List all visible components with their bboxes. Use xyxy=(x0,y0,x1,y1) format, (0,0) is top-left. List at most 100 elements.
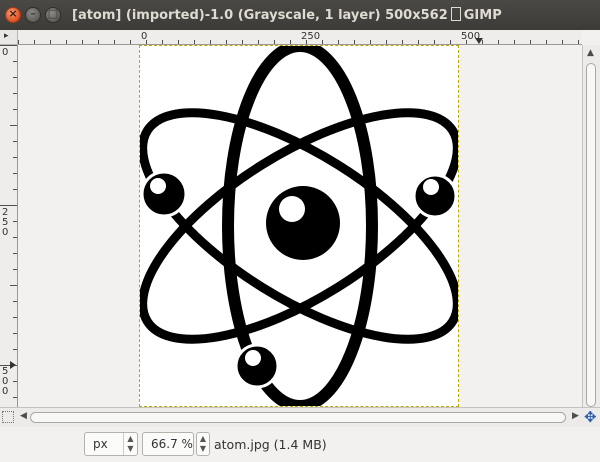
maximize-icon: □ xyxy=(47,7,59,20)
unit-selector[interactable]: px ▲ ▼ xyxy=(84,432,138,456)
window-titlebar: × – □ [atom] (imported)-1.0 (Grayscale, … xyxy=(0,0,600,30)
zoom-input[interactable]: 66.7 % xyxy=(142,432,194,456)
ruler-tick xyxy=(13,349,17,350)
ruler-tick xyxy=(274,40,275,44)
horizontal-scroll-thumb[interactable] xyxy=(30,412,566,423)
ruler-tick xyxy=(322,40,323,44)
atom-nucleus xyxy=(266,186,340,260)
zoom-dropdown-icon[interactable]: ▲ ▼ xyxy=(196,432,210,456)
ruler-tick xyxy=(530,40,531,44)
ruler-tick xyxy=(10,285,17,286)
ruler-tick xyxy=(66,40,67,44)
ruler-tick xyxy=(13,109,17,110)
ruler-tick xyxy=(450,40,451,44)
vertical-ruler[interactable]: 0 250 500 xyxy=(0,45,18,407)
scroll-right-icon[interactable]: ▶ xyxy=(572,411,579,421)
window-title-main: [atom] (imported)-1.0 (Grayscale, 1 laye… xyxy=(72,8,448,23)
ruler-tick xyxy=(13,317,17,318)
ruler-tick xyxy=(498,40,499,44)
window-title: [atom] (imported)-1.0 (Grayscale, 1 laye… xyxy=(72,7,502,23)
ruler-tick xyxy=(13,157,17,158)
statusbar: px ▲ ▼ 66.7 % ▲ ▼ atom.jpg (1.4 MB) xyxy=(0,427,600,462)
window-title-app: GIMP xyxy=(463,8,502,23)
vruler-label-500: 500 xyxy=(2,366,9,397)
ruler-tick xyxy=(578,40,579,44)
ruler-tick xyxy=(13,397,17,398)
file-info-label: atom.jpg (1.4 MB) xyxy=(214,437,327,452)
atom-image xyxy=(138,45,462,407)
image-menu-button[interactable]: ▸ xyxy=(0,30,18,45)
ruler-tick xyxy=(98,40,99,44)
ruler-tick xyxy=(178,40,179,44)
horizontal-ruler[interactable]: 0 250 500 xyxy=(18,30,582,45)
electron-bottom xyxy=(234,343,280,389)
quick-mask-toggle[interactable] xyxy=(2,411,14,423)
ruler-tick xyxy=(18,40,19,44)
ruler-tick xyxy=(13,237,17,238)
maximize-window-button[interactable]: □ xyxy=(45,7,61,23)
ruler-tick xyxy=(258,40,259,44)
ruler-tick xyxy=(370,40,371,44)
pointer-position-icon xyxy=(475,38,483,44)
ruler-tick xyxy=(13,333,17,334)
ruler-tick xyxy=(13,61,17,62)
ruler-tick xyxy=(0,205,17,206)
electron-right xyxy=(412,173,458,219)
ruler-tick xyxy=(13,93,17,94)
vertical-scroll-thumb[interactable] xyxy=(586,63,596,407)
vruler-label-250: 250 xyxy=(2,207,9,238)
menu-arrow-icon: ▸ xyxy=(4,31,9,41)
ruler-tick xyxy=(13,173,17,174)
close-icon: × xyxy=(8,7,18,20)
ruler-tick xyxy=(562,40,563,44)
ruler-tick xyxy=(210,40,211,44)
minimize-icon: – xyxy=(30,7,36,20)
electron-left xyxy=(140,170,188,218)
ruler-tick xyxy=(34,40,35,44)
ruler-tick xyxy=(386,40,387,44)
ruler-tick xyxy=(82,40,83,44)
navigate-icon[interactable]: ✥ xyxy=(584,408,597,426)
ruler-tick xyxy=(13,301,17,302)
ruler-tick xyxy=(13,381,17,382)
vertical-scrollbar[interactable]: ▲ xyxy=(582,45,600,407)
vruler-label-0: 0 xyxy=(2,47,9,58)
close-window-button[interactable]: × xyxy=(5,7,21,23)
ruler-tick xyxy=(13,141,17,142)
ruler-tick xyxy=(418,40,419,44)
scroll-up-icon[interactable]: ▲ xyxy=(587,48,594,58)
ruler-tick xyxy=(13,77,17,78)
ruler-tick xyxy=(50,40,51,44)
ruler-tick xyxy=(13,253,17,254)
hruler-label-0: 0 xyxy=(141,31,148,42)
ruler-tick xyxy=(338,40,339,44)
ruler-tick xyxy=(402,40,403,44)
ruler-tick xyxy=(0,45,17,46)
ruler-tick xyxy=(514,40,515,44)
ruler-tick xyxy=(354,40,355,44)
minimize-window-button[interactable]: – xyxy=(25,7,41,23)
image-canvas[interactable] xyxy=(18,45,582,407)
unit-value: px xyxy=(93,437,108,451)
ruler-tick xyxy=(162,40,163,44)
zoom-value: 66.7 % xyxy=(151,437,193,451)
pointer-position-v-icon xyxy=(10,361,16,369)
ruler-tick xyxy=(13,189,17,190)
ruler-tick xyxy=(13,269,17,270)
ruler-tick xyxy=(130,40,131,44)
ruler-tick xyxy=(290,40,291,44)
scroll-left-icon[interactable]: ◀ xyxy=(20,411,27,421)
unknown-glyph-icon xyxy=(450,7,461,21)
ruler-tick xyxy=(13,221,17,222)
horizontal-scrollbar[interactable]: ◀ ▶ ✥ xyxy=(0,407,600,427)
ruler-tick xyxy=(242,40,243,44)
ruler-tick xyxy=(226,40,227,44)
ruler-tick xyxy=(114,40,115,44)
ruler-tick xyxy=(434,40,435,44)
image-layer[interactable] xyxy=(138,45,462,407)
ruler-tick xyxy=(546,40,547,44)
ruler-tick xyxy=(194,40,195,44)
hruler-label-250: 250 xyxy=(301,31,321,42)
unit-dropdown-icon[interactable]: ▲ ▼ xyxy=(123,433,137,455)
ruler-tick xyxy=(10,125,17,126)
